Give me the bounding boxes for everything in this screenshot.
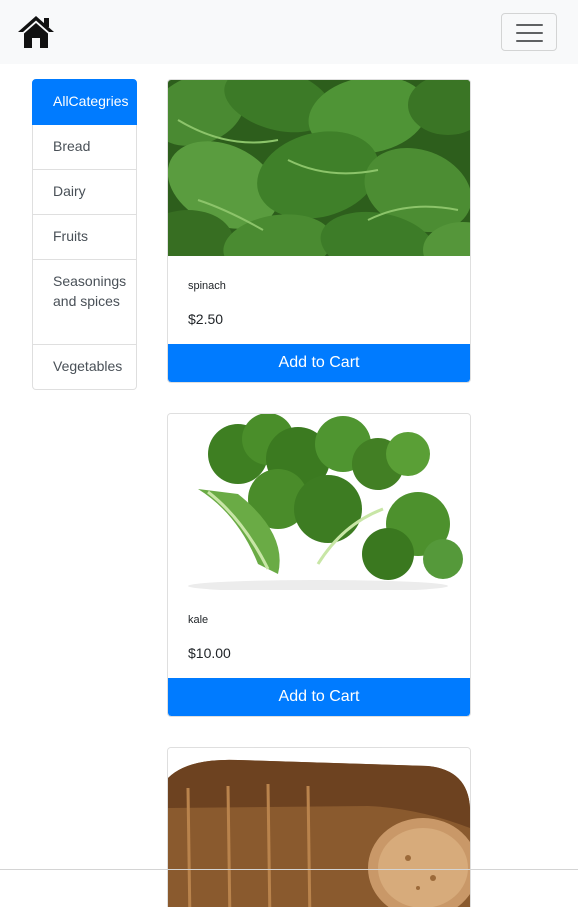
home-icon xyxy=(18,16,54,48)
product-image-bread xyxy=(168,748,470,907)
product-card: spinach $2.50 Add to Cart xyxy=(167,79,471,383)
product-image-spinach xyxy=(168,80,470,256)
category-label: Seasonings and spices xyxy=(53,273,127,309)
add-to-cart-button[interactable]: Add to Cart xyxy=(168,344,470,382)
category-item-vegetables[interactable]: Vegetables xyxy=(32,345,137,390)
product-name: spinach xyxy=(188,280,226,292)
add-to-cart-button[interactable]: Add to Cart xyxy=(168,678,470,716)
category-item-bread[interactable]: Bread xyxy=(32,125,137,170)
category-label: AllCategries xyxy=(53,93,129,109)
category-label: Dairy xyxy=(53,183,86,199)
category-item-all[interactable]: AllCategries xyxy=(32,79,137,125)
category-label: Bread xyxy=(53,138,91,154)
home-link[interactable] xyxy=(17,15,55,49)
navbar xyxy=(0,0,578,64)
category-item-seasonings[interactable]: Seasonings and spices xyxy=(32,260,137,345)
category-item-dairy[interactable]: Dairy xyxy=(32,170,137,215)
category-list: AllCategries Bread Dairy Fruits Seasonin… xyxy=(32,79,137,390)
category-item-fruits[interactable]: Fruits xyxy=(32,215,137,260)
product-price: $2.50 xyxy=(188,311,224,327)
product-name: kale xyxy=(188,614,209,626)
product-card xyxy=(167,747,471,907)
product-card: kale $10.00 Add to Cart xyxy=(167,413,471,717)
product-price: $10.00 xyxy=(188,645,231,661)
category-label: Fruits xyxy=(53,228,88,244)
navbar-toggler-button[interactable] xyxy=(501,13,557,51)
category-label: Vegetables xyxy=(53,358,123,374)
product-image-kale xyxy=(168,414,470,590)
